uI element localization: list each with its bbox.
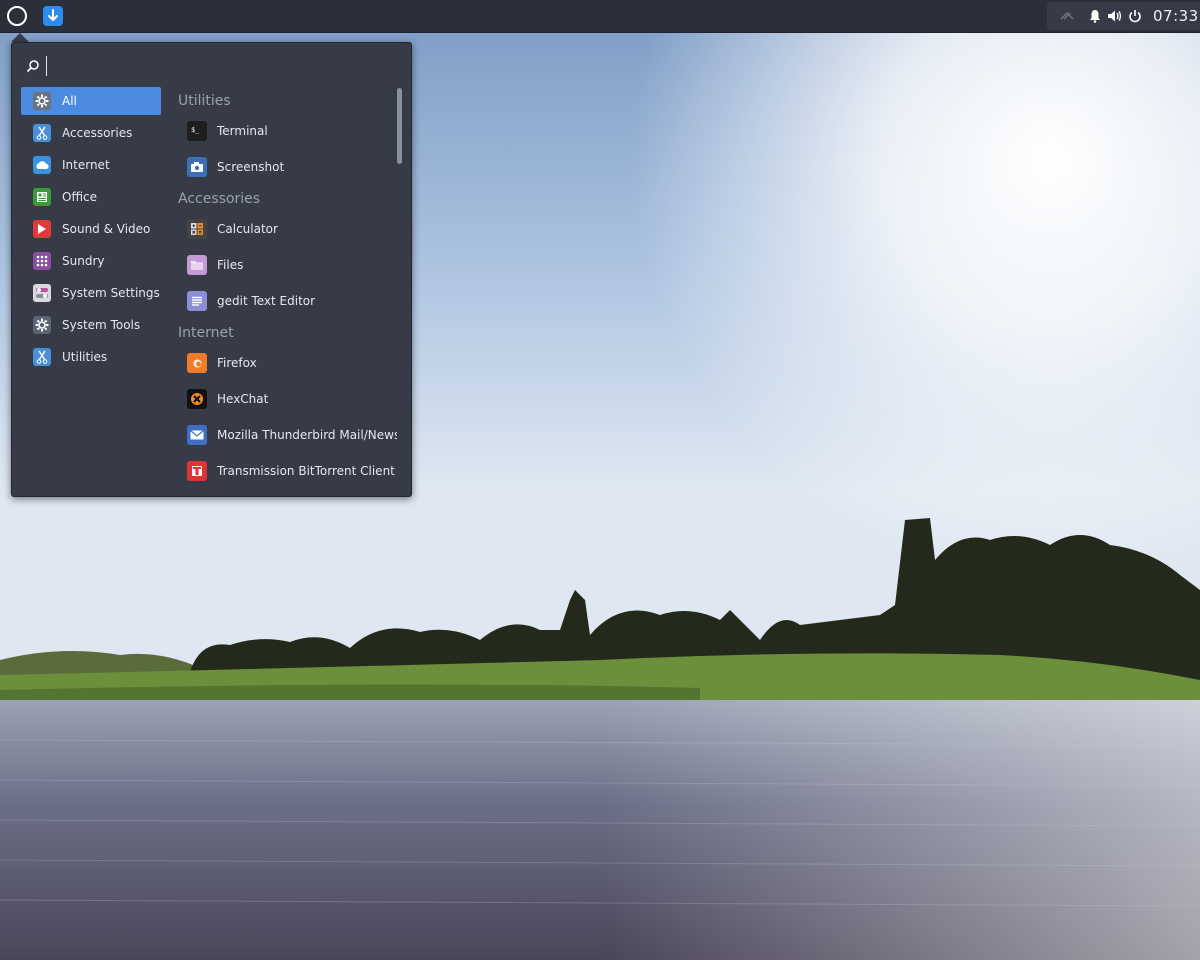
circle-menu-icon <box>7 6 27 26</box>
category-list: All Accessories Internet Office Sound & Vide… <box>21 87 161 375</box>
category-label: All <box>62 94 77 108</box>
category-label: System Settings <box>62 286 160 300</box>
gear-icon <box>33 92 51 110</box>
scissors-icon <box>33 348 51 366</box>
category-label: Internet <box>62 158 110 172</box>
category-label: Sundry <box>62 254 105 268</box>
calculator-icon <box>187 219 207 239</box>
mail-icon <box>187 425 207 445</box>
cloud-icon <box>33 156 51 174</box>
transmission-icon <box>187 461 207 481</box>
apps-list: Utilities $_ Terminal Screenshot Accessories… <box>177 87 397 487</box>
search-icon <box>26 60 39 73</box>
category-label: Utilities <box>62 350 108 364</box>
firefox-icon <box>187 353 207 373</box>
app-item-files[interactable]: Files <box>177 247 397 283</box>
system-tray: 07:33 <box>1047 2 1200 30</box>
app-item-firefox[interactable]: Firefox <box>177 345 397 381</box>
volume-icon[interactable] <box>1105 6 1125 26</box>
app-label: Firefox <box>217 356 257 370</box>
top-panel: 07:33 <box>0 0 1200 33</box>
search-input[interactable] <box>46 56 381 76</box>
app-label: Terminal <box>217 124 268 138</box>
app-label: Files <box>217 258 244 272</box>
power-icon[interactable] <box>1125 6 1145 26</box>
hexchat-icon <box>187 389 207 409</box>
category-label: System Tools <box>62 318 141 332</box>
category-all[interactable]: All <box>21 87 161 115</box>
app-label: HexChat <box>217 392 269 406</box>
app-label: Screenshot <box>217 160 285 174</box>
category-accessories[interactable]: Accessories <box>21 119 161 147</box>
terminal-icon: $_ <box>187 121 207 141</box>
app-item-screenshot[interactable]: Screenshot <box>177 149 397 185</box>
app-item-gedit-text-editor[interactable]: gedit Text Editor <box>177 283 397 319</box>
toggle-icon <box>33 284 51 302</box>
category-system-tools[interactable]: System Tools <box>21 311 161 339</box>
category-label: Sound & Video <box>62 222 151 236</box>
scissors-icon <box>33 124 51 142</box>
search-row <box>26 55 396 77</box>
bell-icon[interactable] <box>1085 6 1105 26</box>
app-label: Calculator <box>217 222 278 236</box>
app-item-terminal[interactable]: $_ Terminal <box>177 113 397 149</box>
app-item-mozilla-thunderbird-mail-news[interactable]: Mozilla Thunderbird Mail/News <box>177 417 397 453</box>
category-office[interactable]: Office <box>21 183 161 211</box>
section-header: Utilities <box>178 93 231 109</box>
menu-pointer <box>11 33 29 42</box>
svg-text:$_: $_ <box>191 126 200 134</box>
category-internet[interactable]: Internet <box>21 151 161 179</box>
app-menu-button[interactable] <box>4 3 30 29</box>
app-item-calculator[interactable]: Calculator <box>177 211 397 247</box>
clock[interactable]: 07:33 <box>1153 7 1199 25</box>
category-sound-video[interactable]: Sound & Video <box>21 215 161 243</box>
app-label: Transmission BitTorrent Client <box>217 464 395 478</box>
section-header: Internet <box>178 325 234 341</box>
category-system-settings[interactable]: System Settings <box>21 279 161 307</box>
camera-icon <box>187 157 207 177</box>
apps-scrollbar[interactable] <box>397 88 402 164</box>
gear-icon <box>33 316 51 334</box>
category-label: Office <box>62 190 98 204</box>
app-item-hexchat[interactable]: HexChat <box>177 381 397 417</box>
section-header: Accessories <box>178 191 261 207</box>
app-label: gedit Text Editor <box>217 294 316 308</box>
app-label: Mozilla Thunderbird Mail/News <box>217 428 397 442</box>
category-sundry[interactable]: Sundry <box>21 247 161 275</box>
category-label: Accessories <box>62 126 133 140</box>
application-menu: All Accessories Internet Office Sound & Vide… <box>11 42 412 497</box>
category-utilities[interactable]: Utilities <box>21 343 161 371</box>
text-editor-icon <box>187 291 207 311</box>
document-icon <box>33 188 51 206</box>
app-item-transmission-bittorrent-client[interactable]: Transmission BitTorrent Client <box>177 453 397 487</box>
grid-icon <box>33 252 51 270</box>
play-icon <box>33 220 51 238</box>
folder-icon <box>187 255 207 275</box>
software-update-button[interactable] <box>43 6 63 26</box>
download-arrow-icon <box>48 9 58 21</box>
network-icon[interactable] <box>1057 6 1077 26</box>
